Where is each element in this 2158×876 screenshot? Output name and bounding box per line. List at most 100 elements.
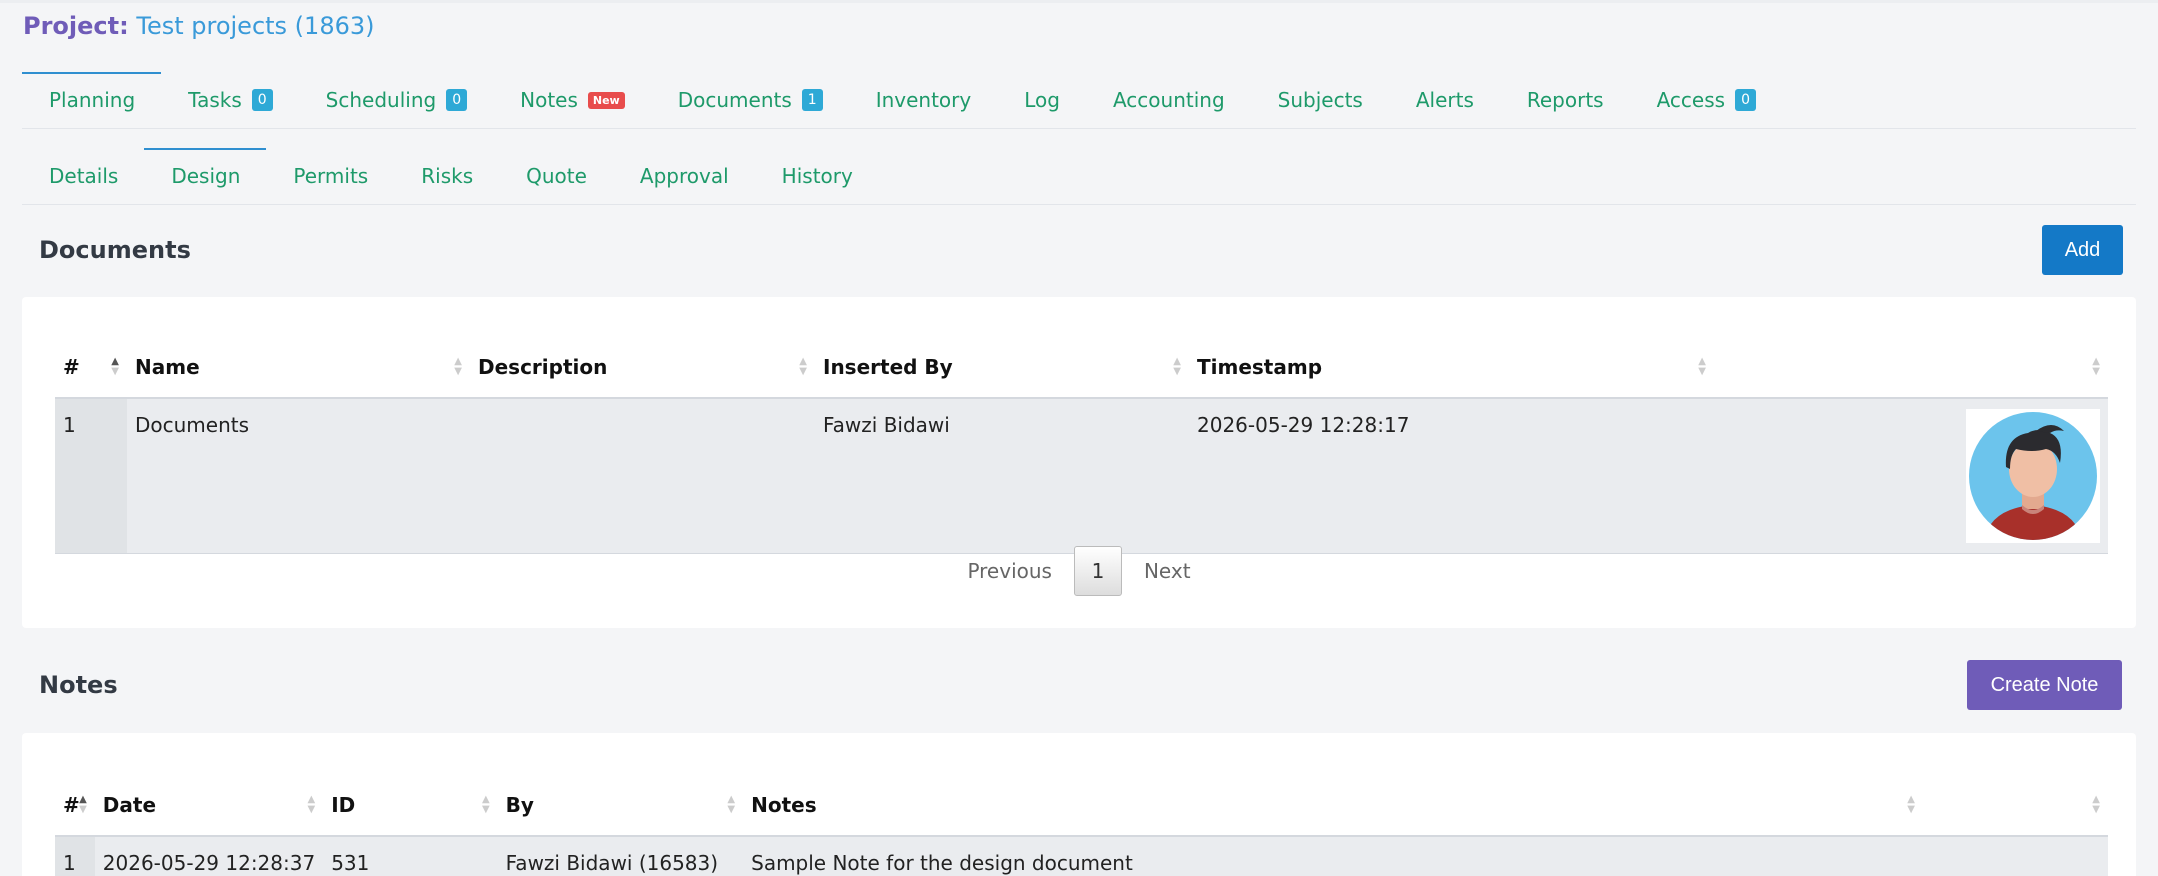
tab-label: Notes — [520, 88, 578, 112]
subtab-quote[interactable]: Quote — [499, 148, 613, 204]
tab-alerts[interactable]: Alerts — [1389, 72, 1500, 128]
note-actions — [1922, 836, 2108, 876]
current-page-button[interactable]: 1 — [1073, 546, 1122, 596]
project-name[interactable]: Test projects (1863) — [136, 12, 374, 40]
note-id: 531 — [323, 836, 498, 876]
main-tabs: Planning Tasks 0 Scheduling 0 Notes New Doc… — [22, 72, 2136, 129]
table-row[interactable]: 1 Documents Fawzi Bidawi 2026-05-29 12:2… — [55, 398, 2108, 554]
subtab-permits[interactable]: Permits — [266, 148, 394, 204]
sort-icon: ▲ ▼ — [307, 793, 316, 815]
column-header-inserted-by[interactable]: Inserted By ▲ ▼ — [815, 336, 1189, 399]
tab-scheduling[interactable]: Scheduling 0 — [299, 72, 493, 128]
project-title: Project: Test projects (1863) — [23, 12, 374, 40]
documents-section-title: Documents — [39, 236, 191, 264]
column-header-date[interactable]: Date ▲ ▼ — [94, 774, 324, 837]
sort-icon: ▲ ▼ — [2092, 355, 2100, 377]
tab-label: Subjects — [1277, 88, 1363, 112]
column-header-actions[interactable]: ▲ ▼ — [1922, 774, 2108, 837]
tab-label: Tasks — [188, 88, 242, 112]
notes-section-title: Notes — [39, 671, 118, 699]
column-header-timestamp[interactable]: Timestamp ▲ ▼ — [1189, 336, 1714, 399]
column-header-number[interactable]: # ▲ ▼ — [55, 336, 127, 399]
tab-label: History — [781, 164, 853, 188]
tab-accounting[interactable]: Accounting — [1086, 72, 1251, 128]
column-header-name[interactable]: Name ▲ ▼ — [127, 336, 470, 399]
subtab-design[interactable]: Design — [144, 148, 267, 204]
sort-icon: ▲ ▼ — [481, 793, 490, 815]
table-header-row: # ▲ ▼ Name ▲ ▼ Description ▲ ▼ Inserted By ▲ ▼ T… — [55, 336, 2108, 399]
count-badge: 0 — [251, 89, 273, 111]
tab-notes[interactable]: Notes New — [493, 72, 651, 128]
sort-icon: ▲ ▼ — [79, 793, 87, 815]
document-timestamp: 2026-05-29 12:28:17 — [1189, 398, 1714, 554]
documents-card: # ▲ ▼ Name ▲ ▼ Description ▲ ▼ Inserted By ▲ ▼ T… — [22, 297, 2136, 628]
document-name[interactable]: Documents — [127, 398, 470, 554]
column-header-by[interactable]: By ▲ ▼ — [497, 774, 744, 837]
documents-table: # ▲ ▼ Name ▲ ▼ Description ▲ ▼ Inserted By ▲ ▼ T… — [55, 336, 2108, 554]
tab-label: Accounting — [1112, 88, 1225, 112]
create-note-button[interactable]: Create Note — [1967, 660, 2122, 710]
count-badge: 0 — [1735, 89, 1756, 111]
tab-documents[interactable]: Documents 1 — [651, 72, 849, 128]
tab-label: Design — [171, 164, 241, 188]
column-header-number[interactable]: # ▲ ▼ — [55, 774, 95, 837]
tab-label: Scheduling — [325, 88, 437, 112]
tab-label: Quote — [526, 164, 587, 188]
tab-reports[interactable]: Reports — [1500, 72, 1630, 128]
tab-label: Planning — [49, 88, 136, 112]
tab-label: Log — [1024, 88, 1060, 112]
tab-label: Reports — [1526, 88, 1604, 112]
column-header-avatar[interactable]: ▲ ▼ — [1714, 336, 2108, 399]
sort-icon: ▲ ▼ — [1173, 355, 1181, 377]
new-badge: New — [587, 91, 625, 109]
document-description — [470, 398, 815, 554]
column-header-notes[interactable]: Notes ▲ ▼ — [743, 774, 1923, 837]
subtab-approval[interactable]: Approval — [613, 148, 755, 204]
count-badge: 0 — [446, 89, 468, 111]
sort-icon: ▲ ▼ — [111, 355, 119, 377]
sort-icon: ▲ ▼ — [454, 355, 462, 377]
tab-label: Documents — [677, 88, 792, 112]
tab-tasks[interactable]: Tasks 0 — [161, 72, 299, 128]
document-inserted-by: Fawzi Bidawi — [815, 398, 1189, 554]
note-author: Fawzi Bidawi (16583) — [497, 836, 744, 876]
user-avatar-icon — [1966, 409, 2100, 543]
tab-access[interactable]: Access 0 — [1630, 72, 1782, 128]
next-page-button[interactable]: Next — [1122, 559, 1213, 583]
sort-icon: ▲ ▼ — [1698, 355, 1706, 377]
avatar-cell — [1714, 398, 2108, 554]
tab-label: Access — [1656, 88, 1726, 112]
subtab-risks[interactable]: Risks — [394, 148, 499, 204]
table-row[interactable]: 1 2026-05-29 12:28:37 531 Fawzi Bidawi (… — [55, 836, 2108, 876]
note-text: Sample Note for the design document — [743, 836, 1923, 876]
subtab-details[interactable]: Details — [22, 148, 144, 204]
table-header-row: # ▲ ▼ Date ▲ ▼ ID ▲ ▼ By ▲ ▼ Notes ▲ ▼ ▲ ▼ — [55, 774, 2108, 837]
notes-table: # ▲ ▼ Date ▲ ▼ ID ▲ ▼ By ▲ ▼ Notes ▲ ▼ ▲ ▼ 1 2026-0… — [55, 774, 2108, 876]
pagination: Previous 1 Next — [22, 546, 2136, 596]
previous-page-button[interactable]: Previous — [945, 559, 1074, 583]
tab-label: Inventory — [875, 88, 972, 112]
note-date: 2026-05-29 12:28:37 — [94, 836, 324, 876]
tab-planning[interactable]: Planning — [22, 72, 162, 128]
tab-label: Details — [49, 164, 119, 188]
row-number: 1 — [55, 836, 95, 876]
column-header-description[interactable]: Description ▲ ▼ — [470, 336, 815, 399]
sub-tabs: Details Design Permits Risks Quote Appro… — [22, 148, 2136, 205]
add-document-button[interactable]: Add — [2042, 225, 2123, 275]
tab-inventory[interactable]: Inventory — [849, 72, 998, 128]
project-label: Project: — [23, 12, 129, 40]
count-badge: 1 — [801, 89, 823, 111]
tab-label: Permits — [293, 164, 369, 188]
tab-label: Approval — [639, 164, 729, 188]
notes-card: # ▲ ▼ Date ▲ ▼ ID ▲ ▼ By ▲ ▼ Notes ▲ ▼ ▲ ▼ 1 2026-0… — [22, 733, 2136, 876]
subtab-history[interactable]: History — [755, 148, 879, 204]
top-border — [0, 0, 2158, 3]
sort-icon: ▲ ▼ — [727, 793, 736, 815]
column-header-id[interactable]: ID ▲ ▼ — [323, 774, 498, 837]
page: Project: Test projects (1863) Planning T… — [0, 0, 2158, 876]
tab-subjects[interactable]: Subjects — [1251, 72, 1389, 128]
tab-log[interactable]: Log — [997, 72, 1086, 128]
tab-label: Alerts — [1415, 88, 1474, 112]
sort-icon: ▲ ▼ — [2092, 793, 2100, 815]
tab-label: Risks — [421, 164, 474, 188]
